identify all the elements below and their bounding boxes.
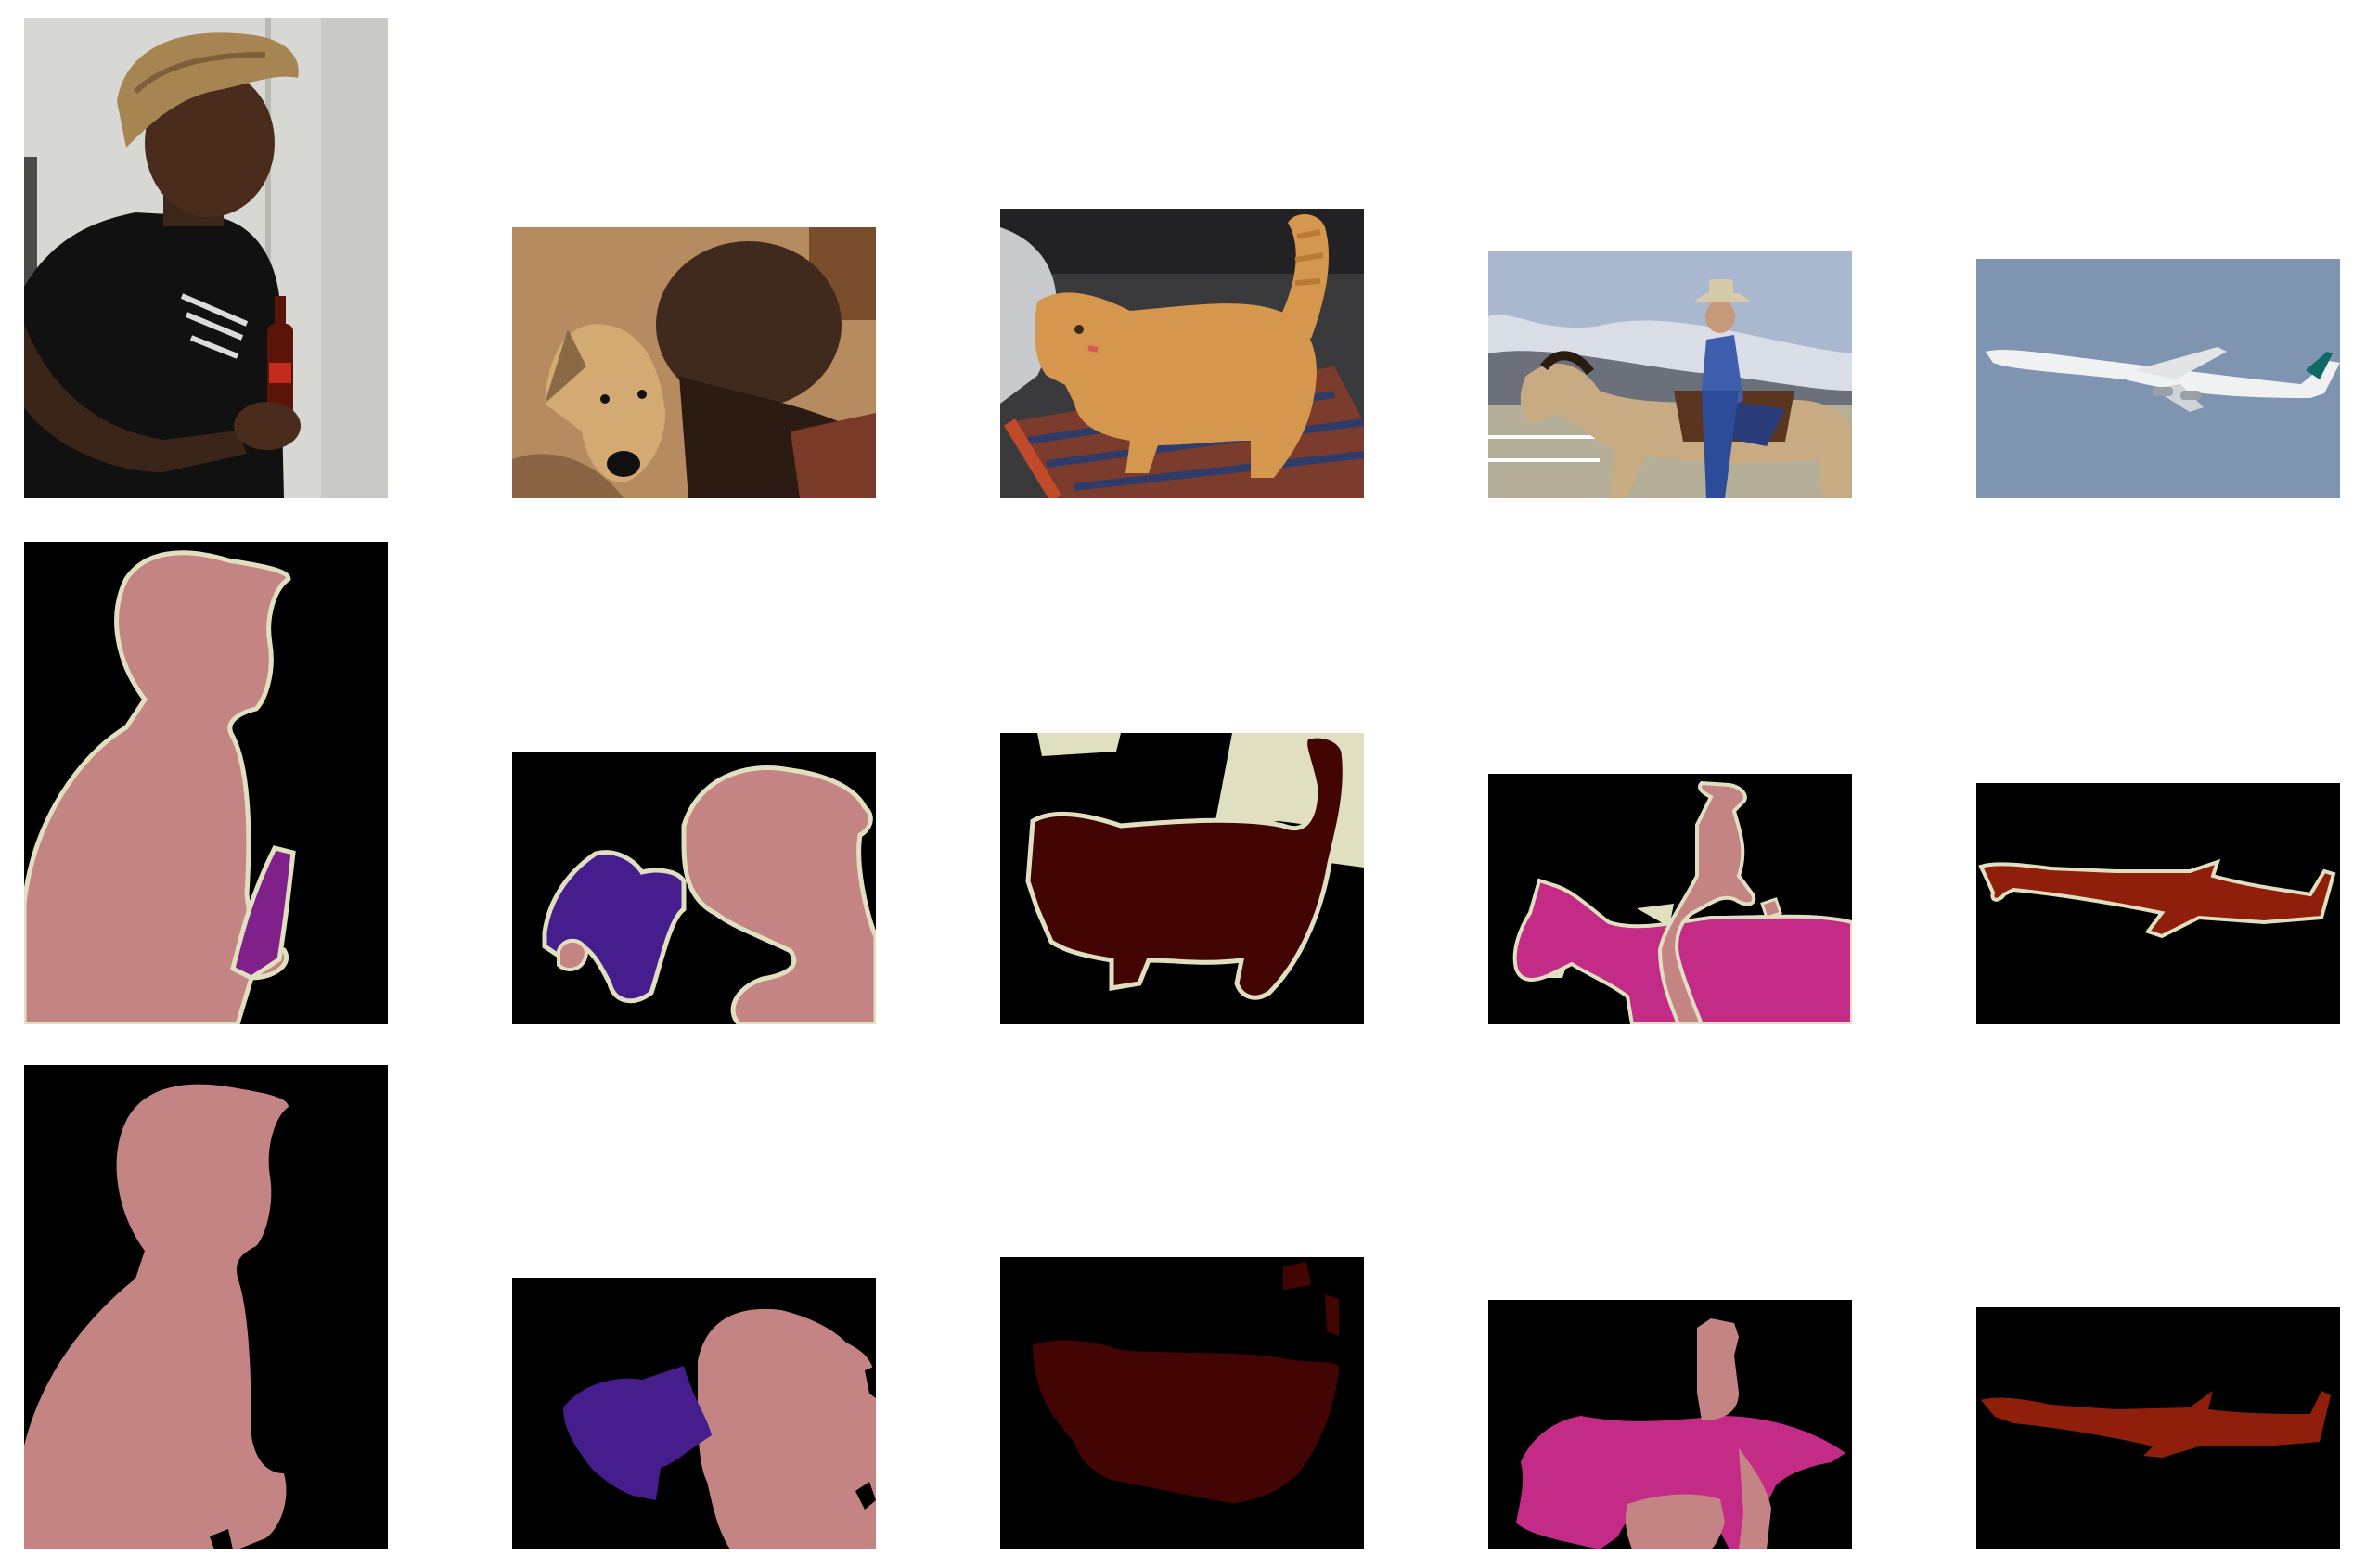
- pred-mask-person-bottle: [24, 1065, 388, 1549]
- pred-mask-cat: [1000, 1257, 1364, 1549]
- photo-dog-child: [512, 227, 876, 498]
- pred-mask-airplane: [1976, 1307, 2340, 1549]
- pred-mask-rider-horse: [1488, 1300, 1852, 1549]
- gt-mask-rider-horse: [1488, 774, 1852, 1024]
- photo-rider-horse: [1488, 251, 1852, 498]
- gt-mask-dog-child: [512, 752, 876, 1024]
- pred-mask-dog-child: [512, 1278, 876, 1549]
- gt-mask-cat: [1000, 733, 1364, 1024]
- segmentation-figure-grid: [0, 0, 2353, 1568]
- photo-person-bottle: [24, 18, 388, 498]
- gt-mask-airplane: [1976, 783, 2340, 1024]
- photo-cat-rug: [1000, 209, 1364, 498]
- photo-airplane: [1976, 259, 2340, 498]
- gt-mask-person-bottle: [24, 542, 388, 1024]
